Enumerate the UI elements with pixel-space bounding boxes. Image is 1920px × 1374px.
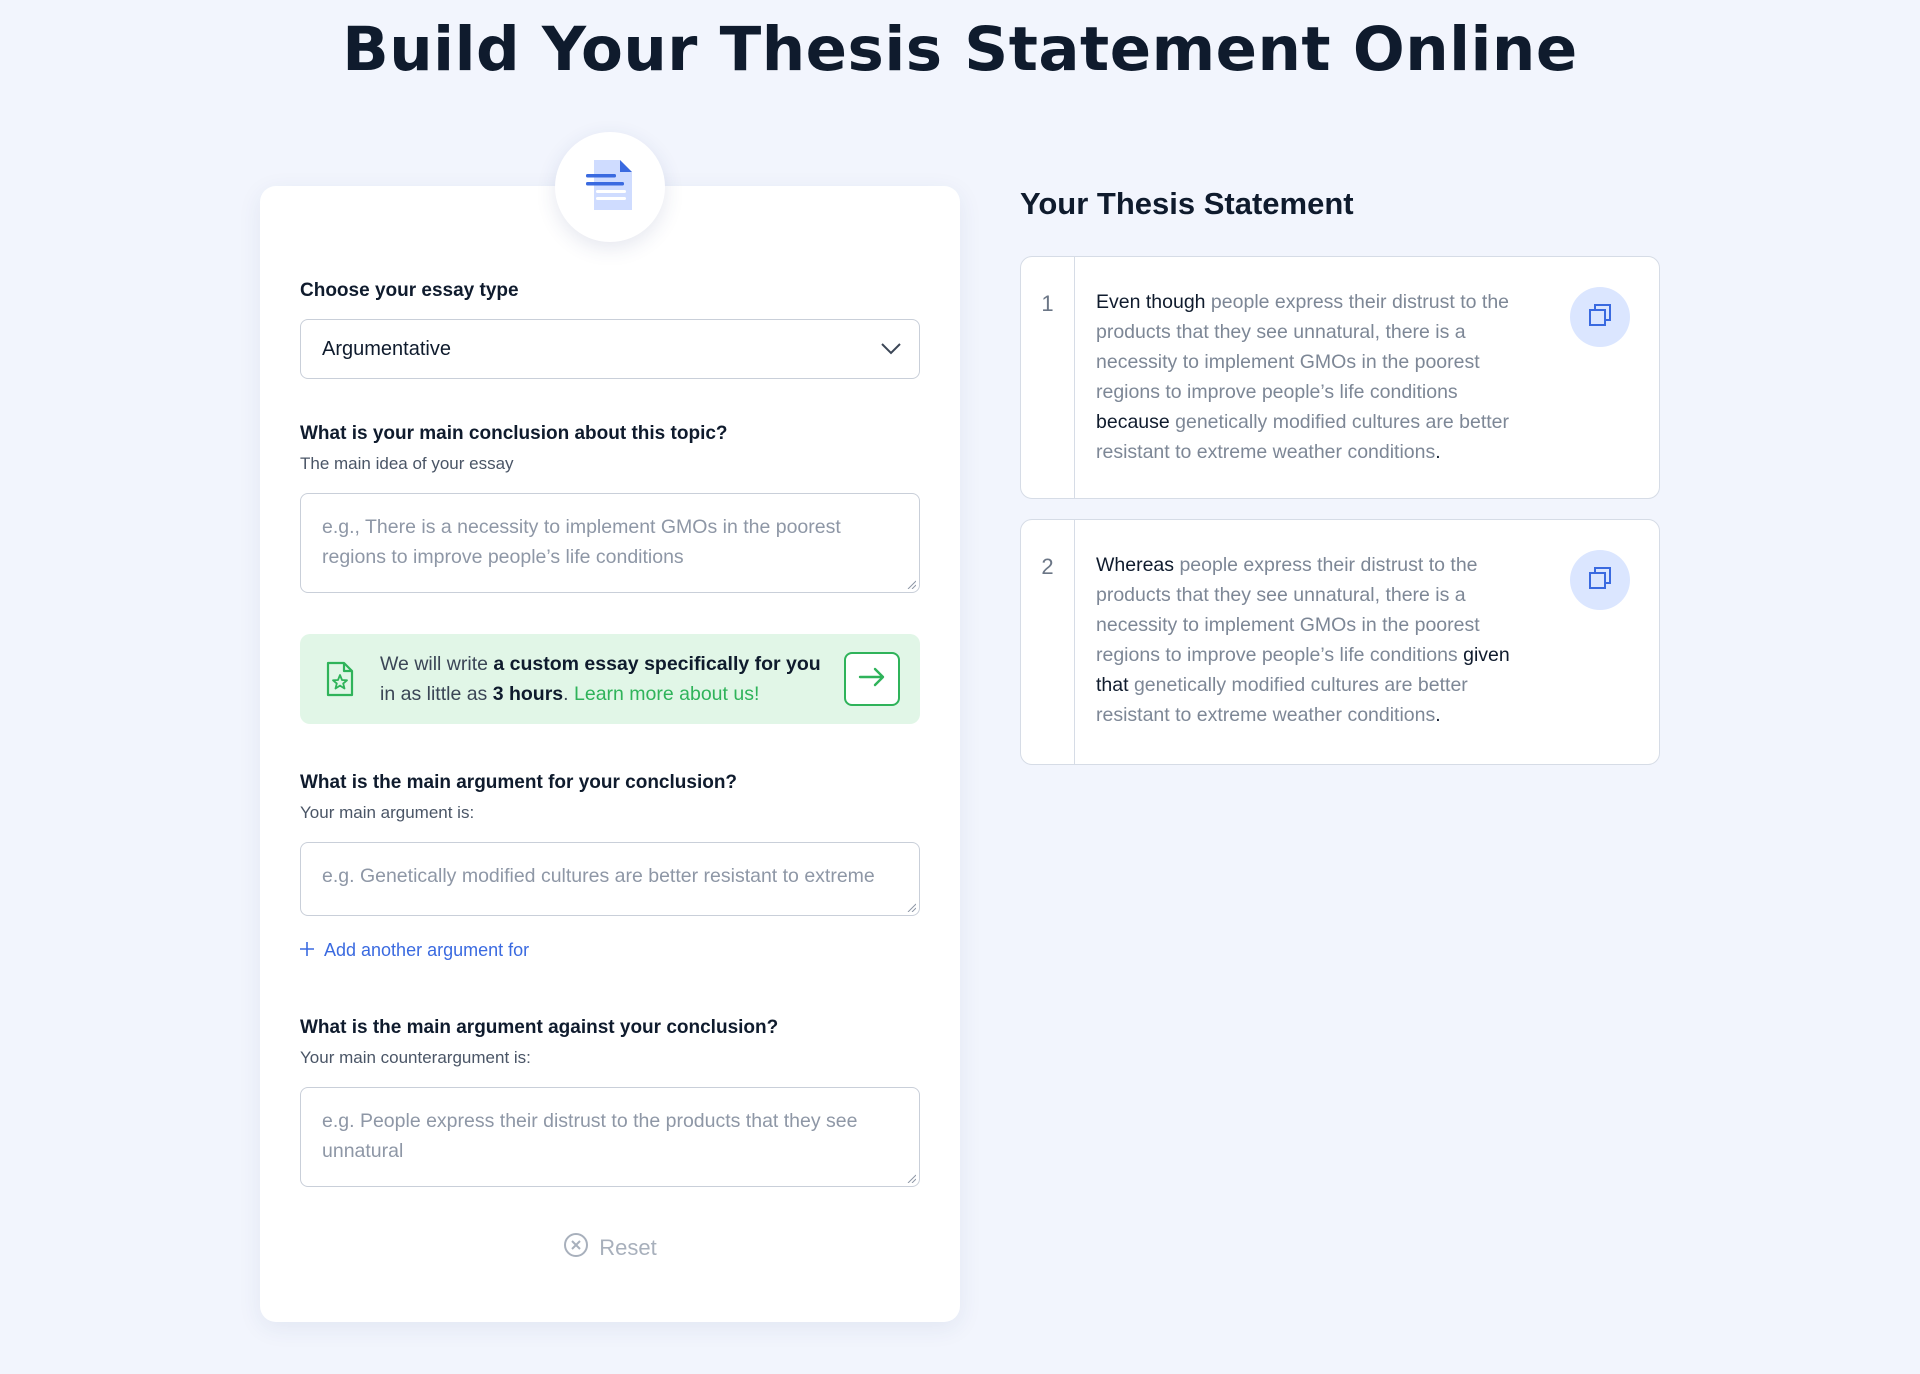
argument-against-input[interactable]: e.g. People express their distrust to th… (300, 1087, 920, 1187)
page: Build Your Thesis Statement Online Choos… (0, 0, 1920, 1374)
conclusion-hint: The main idea of your essay (300, 454, 514, 473)
thesis-card-2: 2 Whereas people express their distrust … (1020, 519, 1660, 765)
copy-icon (1587, 302, 1613, 333)
resize-grip-icon[interactable] (906, 902, 916, 912)
learn-more-link[interactable]: Learn more about us! (574, 683, 759, 705)
promo-text: We will write a custom essay specificall… (380, 653, 821, 705)
reset-label: Reset (599, 1235, 657, 1260)
thesis-form-card: Choose your essay type Argumentative Wha… (260, 186, 960, 1322)
document-badge (555, 132, 665, 242)
resize-grip-icon[interactable] (906, 579, 916, 589)
argument-against-hint: Your main counterargument is: (300, 1048, 531, 1067)
star-document-icon (324, 661, 356, 702)
conclusion-input[interactable]: e.g., There is a necessity to implement … (300, 493, 920, 593)
argument-for-input[interactable]: e.g. Genetically modified cultures are b… (300, 842, 920, 916)
copy-button-1[interactable] (1570, 287, 1630, 347)
reset-button[interactable]: Reset (260, 1232, 960, 1264)
thesis-text-2[interactable]: Whereas people express their distrust to… (1096, 550, 1536, 730)
argument-for-label: What is the main argument for your concl… (300, 772, 738, 793)
plus-icon (300, 940, 314, 961)
essay-type-label: Choose your essay type (300, 280, 519, 301)
document-icon (582, 156, 638, 219)
argument-against-label: What is the main argument against your c… (300, 1017, 779, 1038)
close-circle-icon (563, 1232, 589, 1264)
essay-type-value: Argumentative (322, 337, 451, 360)
conclusion-placeholder: e.g., There is a necessity to implement … (322, 516, 841, 568)
copy-icon (1587, 565, 1613, 596)
essay-type-select[interactable]: Argumentative (300, 319, 920, 379)
arrow-right-icon (858, 667, 886, 692)
add-argument-for-button[interactable]: Add another argument for (300, 940, 529, 961)
add-argument-for-label: Add another argument for (324, 940, 530, 960)
argument-for-hint: Your main argument is: (300, 803, 475, 822)
chevron-down-icon (881, 338, 901, 361)
argument-against-placeholder: e.g. People express their distrust to th… (322, 1110, 858, 1162)
thesis-number: 2 (1021, 520, 1075, 764)
thesis-text-1[interactable]: Even though people express their distrus… (1096, 287, 1536, 467)
thesis-number: 1 (1021, 257, 1075, 498)
resize-grip-icon[interactable] (906, 1173, 916, 1183)
promo-banner: We will write a custom essay specificall… (300, 634, 920, 724)
argument-for-placeholder: e.g. Genetically modified cultures are b… (322, 865, 875, 887)
copy-button-2[interactable] (1570, 550, 1630, 610)
page-title: Build Your Thesis Statement Online (342, 14, 1578, 85)
conclusion-label: What is your main conclusion about this … (300, 423, 728, 444)
thesis-card-1: 1 Even though people express their distr… (1020, 256, 1660, 499)
preview-title: Your Thesis Statement (1020, 186, 1354, 221)
promo-arrow-button[interactable] (844, 652, 900, 706)
